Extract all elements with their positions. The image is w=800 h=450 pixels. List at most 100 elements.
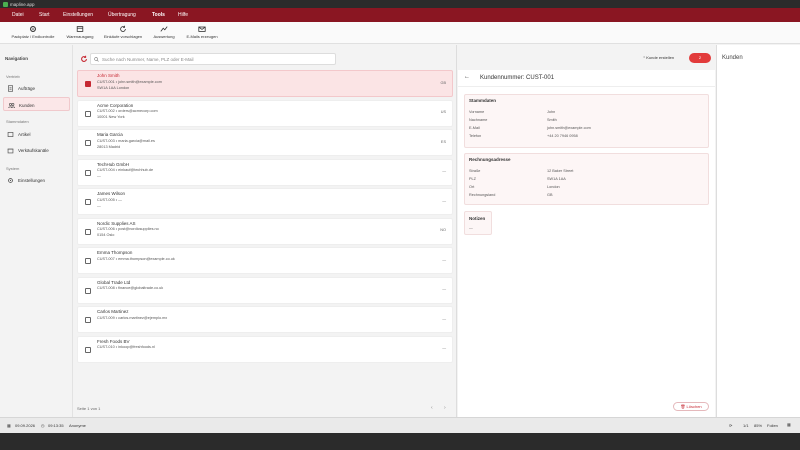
packplatz-button[interactable]: Packplatz / Endkontrolle bbox=[6, 24, 60, 42]
row-checkbox[interactable] bbox=[85, 317, 91, 323]
menu-hilfe[interactable]: Hilfe bbox=[178, 12, 188, 18]
back-arrow-icon[interactable]: ← bbox=[464, 74, 470, 80]
customer-country: ES bbox=[440, 139, 446, 144]
detail-header: ← Kundennummer: CUST-001 bbox=[458, 70, 715, 87]
row-checkbox[interactable] bbox=[85, 169, 91, 176]
field-value: john.smith@example.com bbox=[547, 126, 591, 130]
sidebar-item-einstellungen[interactable]: Einstellungen bbox=[3, 173, 70, 187]
row-checkbox[interactable] bbox=[85, 140, 91, 146]
sidebar-item-label: Einstellungen bbox=[18, 177, 46, 183]
customer-name: TechHub GmbH bbox=[97, 161, 130, 167]
customer-country: — bbox=[442, 198, 446, 203]
menu-start[interactable]: Start bbox=[39, 12, 50, 18]
table-row[interactable]: Maria Garcia CUST-003 • maria.garcia@mail… bbox=[77, 129, 453, 156]
emails-button[interactable]: E-Mails erzeugen bbox=[182, 24, 222, 42]
customer-city: SW1A 1AA London bbox=[97, 85, 130, 90]
sidebar-title: Navigation bbox=[5, 56, 29, 61]
stammdaten-heading: Stammdaten bbox=[469, 98, 497, 103]
app-icon bbox=[3, 1, 8, 7]
warenausgang-label: Warenausgang bbox=[66, 34, 94, 39]
status-mode: Folien bbox=[767, 423, 778, 428]
customer-name: Emma Thompson bbox=[97, 250, 133, 255]
customer-country: GB bbox=[440, 80, 447, 85]
warenausgang-button[interactable]: Warenausgang bbox=[63, 24, 97, 42]
table-row[interactable]: Acme Corporation CUST-002 • orders@acmeco… bbox=[77, 99, 453, 127]
menu-einstellungen[interactable]: Einstellungen bbox=[63, 12, 93, 18]
packplatz-label: Packplatz / Endkontrolle bbox=[11, 34, 55, 39]
add-user-icon: ⁺ bbox=[643, 55, 646, 60]
field-label: Telefon bbox=[469, 134, 482, 138]
refresh-icon[interactable] bbox=[80, 55, 88, 63]
row-checkbox[interactable] bbox=[85, 110, 91, 117]
table-row[interactable]: Nordic Supplies AS CUST-006 • post@nordic… bbox=[77, 217, 453, 245]
gear-icon bbox=[8, 177, 13, 183]
delete-button[interactable]: 🗑 Löschen bbox=[673, 402, 709, 411]
table-row[interactable]: TechHub GmbH CUST-004 • einkauf@techhub.d… bbox=[77, 158, 453, 186]
einkaeufe-label: Einkäufe vorschlagen bbox=[103, 34, 143, 39]
customer-info: CUST-010 • inkoop@freshfoods.nl bbox=[97, 345, 155, 349]
field-value: GB bbox=[547, 193, 553, 197]
menu-datei[interactable]: Datei bbox=[12, 12, 24, 18]
customer-info: CUST-004 • einkauf@techhub.de bbox=[97, 168, 154, 172]
status-zoom: 85% bbox=[754, 423, 763, 428]
customer-country: — bbox=[442, 169, 446, 173]
detail-panel: Stammdaten Vorname John Nachname Smith E… bbox=[458, 87, 715, 417]
field-value: SW1A 1AA bbox=[547, 177, 566, 181]
sidebar-item-kunden[interactable]: Kunden bbox=[3, 97, 70, 111]
sync-icon[interactable]: ⟳ bbox=[729, 423, 732, 428]
count-badge[interactable]: 2 bbox=[689, 53, 711, 63]
menu-tools[interactable]: Tools bbox=[152, 12, 165, 18]
table-row[interactable]: Carlos Martinez CUST-009 • carlos.martine… bbox=[77, 306, 453, 333]
search-placeholder: Suche nach Nummer, Name, PLZ oder E-Mail bbox=[102, 57, 194, 62]
customer-info: CUST-005 • — bbox=[97, 197, 122, 202]
table-row[interactable]: Emma Thompson CUST-007 • emma.thompson@ex… bbox=[77, 247, 453, 274]
row-checkbox[interactable] bbox=[85, 287, 91, 294]
customer-name: James Wilson bbox=[97, 191, 126, 196]
customer-info: CUST-006 • post@nordicsupplies.no bbox=[97, 227, 159, 231]
right-panel-title: Kunden bbox=[722, 55, 743, 61]
customer-country: — bbox=[442, 257, 446, 262]
customer-city: 0154 Oslo bbox=[97, 233, 115, 237]
rechnungsadresse-heading: Rechnungsadresse bbox=[469, 157, 511, 162]
field-value: London bbox=[547, 185, 560, 189]
field-label: Straße bbox=[469, 169, 481, 173]
sidebar-item-verkaufskanaele[interactable]: Verkäufskanäle bbox=[3, 143, 70, 157]
customer-country: — bbox=[442, 287, 446, 291]
table-row[interactable]: John Smith CUST-001 • john.smith@example.… bbox=[77, 70, 453, 97]
row-checkbox[interactable] bbox=[85, 346, 91, 353]
field-value: Smith bbox=[547, 118, 557, 122]
ribbon-toolbar: Packplatz / Endkontrolle Warenausgang Ei… bbox=[0, 22, 800, 44]
field-label: Ort bbox=[469, 185, 475, 189]
customer-name: Nordic Supplies AS bbox=[97, 220, 136, 226]
row-checkbox[interactable] bbox=[85, 199, 91, 205]
sidebar-item-label: Aufträge bbox=[18, 85, 36, 91]
row-checkbox[interactable] bbox=[85, 228, 91, 235]
auswertung-button[interactable]: Auswertung bbox=[149, 24, 179, 42]
row-checkbox[interactable] bbox=[85, 258, 91, 264]
prev-page-button[interactable]: ‹ bbox=[431, 405, 433, 411]
field-label: PLZ bbox=[469, 177, 476, 181]
einkaeufe-button[interactable]: Einkäufe vorschlagen bbox=[100, 24, 146, 42]
search-input[interactable]: Suche nach Nummer, Name, PLZ oder E-Mail bbox=[90, 53, 336, 65]
table-row[interactable]: James Wilson CUST-005 • — — — bbox=[77, 188, 453, 215]
create-customer-button[interactable]: ⁺ Kunde erstellen bbox=[643, 55, 674, 60]
next-page-button[interactable]: › bbox=[444, 405, 446, 411]
cube-icon bbox=[7, 131, 14, 137]
table-row[interactable]: Fresh Foods BV CUST-010 • inkoop@freshfoo… bbox=[77, 335, 453, 363]
delete-label: Löschen bbox=[686, 404, 702, 409]
menu-uebertragung[interactable]: Übertragung bbox=[108, 12, 136, 18]
field-value: 12 Baker Street bbox=[547, 169, 574, 173]
refresh-icon bbox=[120, 25, 126, 32]
field-label: E-Mail bbox=[469, 126, 480, 130]
row-checkbox[interactable] bbox=[85, 81, 91, 87]
sidebar-item-auftraege[interactable]: Aufträge bbox=[3, 81, 70, 95]
customer-city: 28013 Madrid bbox=[97, 144, 121, 149]
notizen-value: — bbox=[469, 226, 473, 230]
grid-icon[interactable]: ▦ bbox=[787, 422, 791, 427]
menu-bar: Datei Start Einstellungen Übertragung To… bbox=[0, 8, 800, 22]
gear-icon bbox=[30, 26, 36, 32]
sidebar-item-artikel[interactable]: Artikel bbox=[3, 127, 70, 141]
customer-info: CUST-009 • carlos.martinez@ejemplo.mx bbox=[97, 315, 168, 320]
table-row[interactable]: Global Trade Ltd CUST-008 • finance@globa… bbox=[77, 276, 453, 304]
store-icon bbox=[7, 148, 14, 153]
